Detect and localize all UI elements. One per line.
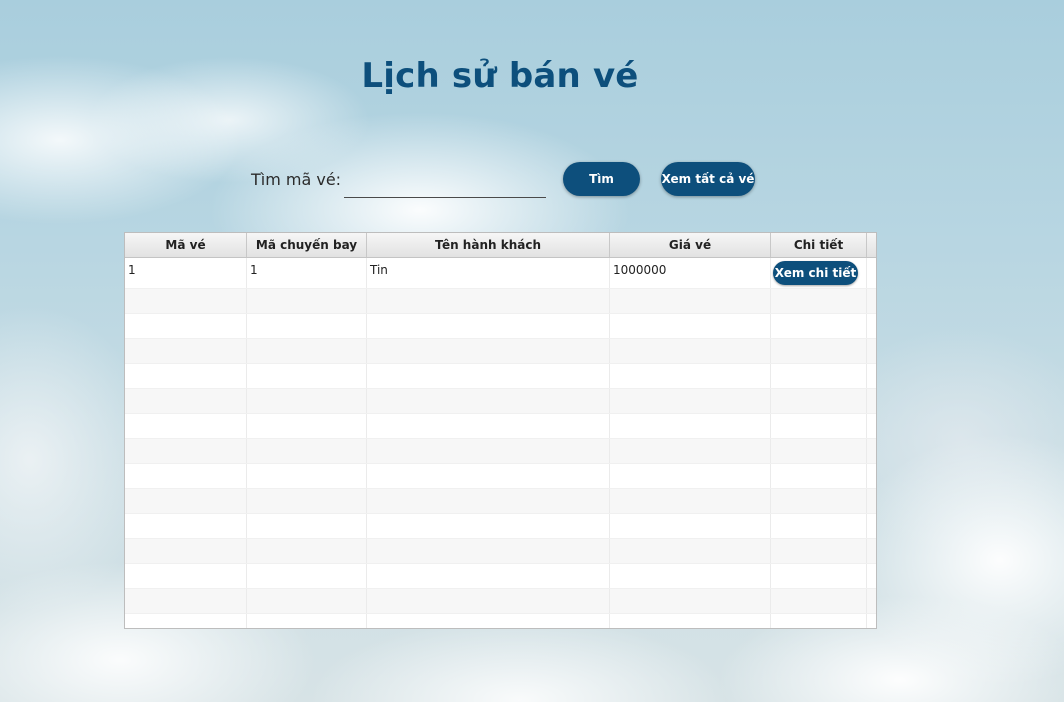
ticket-search-input[interactable] (344, 172, 546, 198)
empty-row (125, 589, 876, 614)
table-row[interactable]: 1 1 Tin 1000000 Xem chi tiết (125, 258, 876, 289)
column-header-details[interactable]: Chi tiết (771, 233, 867, 257)
ticket-history-table: Mã vé Mã chuyến bay Tên hành khách Giá v… (124, 232, 877, 629)
empty-row (125, 289, 876, 314)
empty-row (125, 464, 876, 489)
empty-row (125, 564, 876, 589)
empty-row (125, 489, 876, 514)
column-header-filler (867, 233, 876, 257)
sales-history-window: Lịch sử bán vé Tìm mã vé: Tìm Xem tất cả… (0, 0, 1064, 702)
search-label: Tìm mã vé: (251, 170, 342, 189)
cell-ticket-id: 1 (125, 258, 247, 288)
table-body: 1 1 Tin 1000000 Xem chi tiết (125, 258, 876, 628)
empty-row (125, 314, 876, 339)
page-title: Lịch sử bán vé (361, 56, 639, 96)
view-details-button[interactable]: Xem chi tiết (773, 261, 858, 285)
view-all-tickets-button[interactable]: Xem tất cả vé (661, 162, 755, 196)
column-header-flight-id[interactable]: Mã chuyến bay (247, 233, 367, 257)
empty-row (125, 539, 876, 564)
cell-flight-id: 1 (247, 258, 367, 288)
cell-price: 1000000 (610, 258, 771, 288)
cell-details: Xem chi tiết (771, 258, 867, 288)
column-header-ticket-id[interactable]: Mã vé (125, 233, 247, 257)
empty-row (125, 514, 876, 539)
empty-row (125, 364, 876, 389)
table-header: Mã vé Mã chuyến bay Tên hành khách Giá v… (125, 233, 876, 258)
search-button[interactable]: Tìm (563, 162, 640, 196)
column-header-passenger-name[interactable]: Tên hành khách (367, 233, 610, 257)
empty-row (125, 614, 876, 628)
empty-row (125, 339, 876, 364)
empty-row (125, 389, 876, 414)
empty-row (125, 414, 876, 439)
column-header-price[interactable]: Giá vé (610, 233, 771, 257)
empty-row (125, 439, 876, 464)
cell-passenger-name: Tin (367, 258, 610, 288)
